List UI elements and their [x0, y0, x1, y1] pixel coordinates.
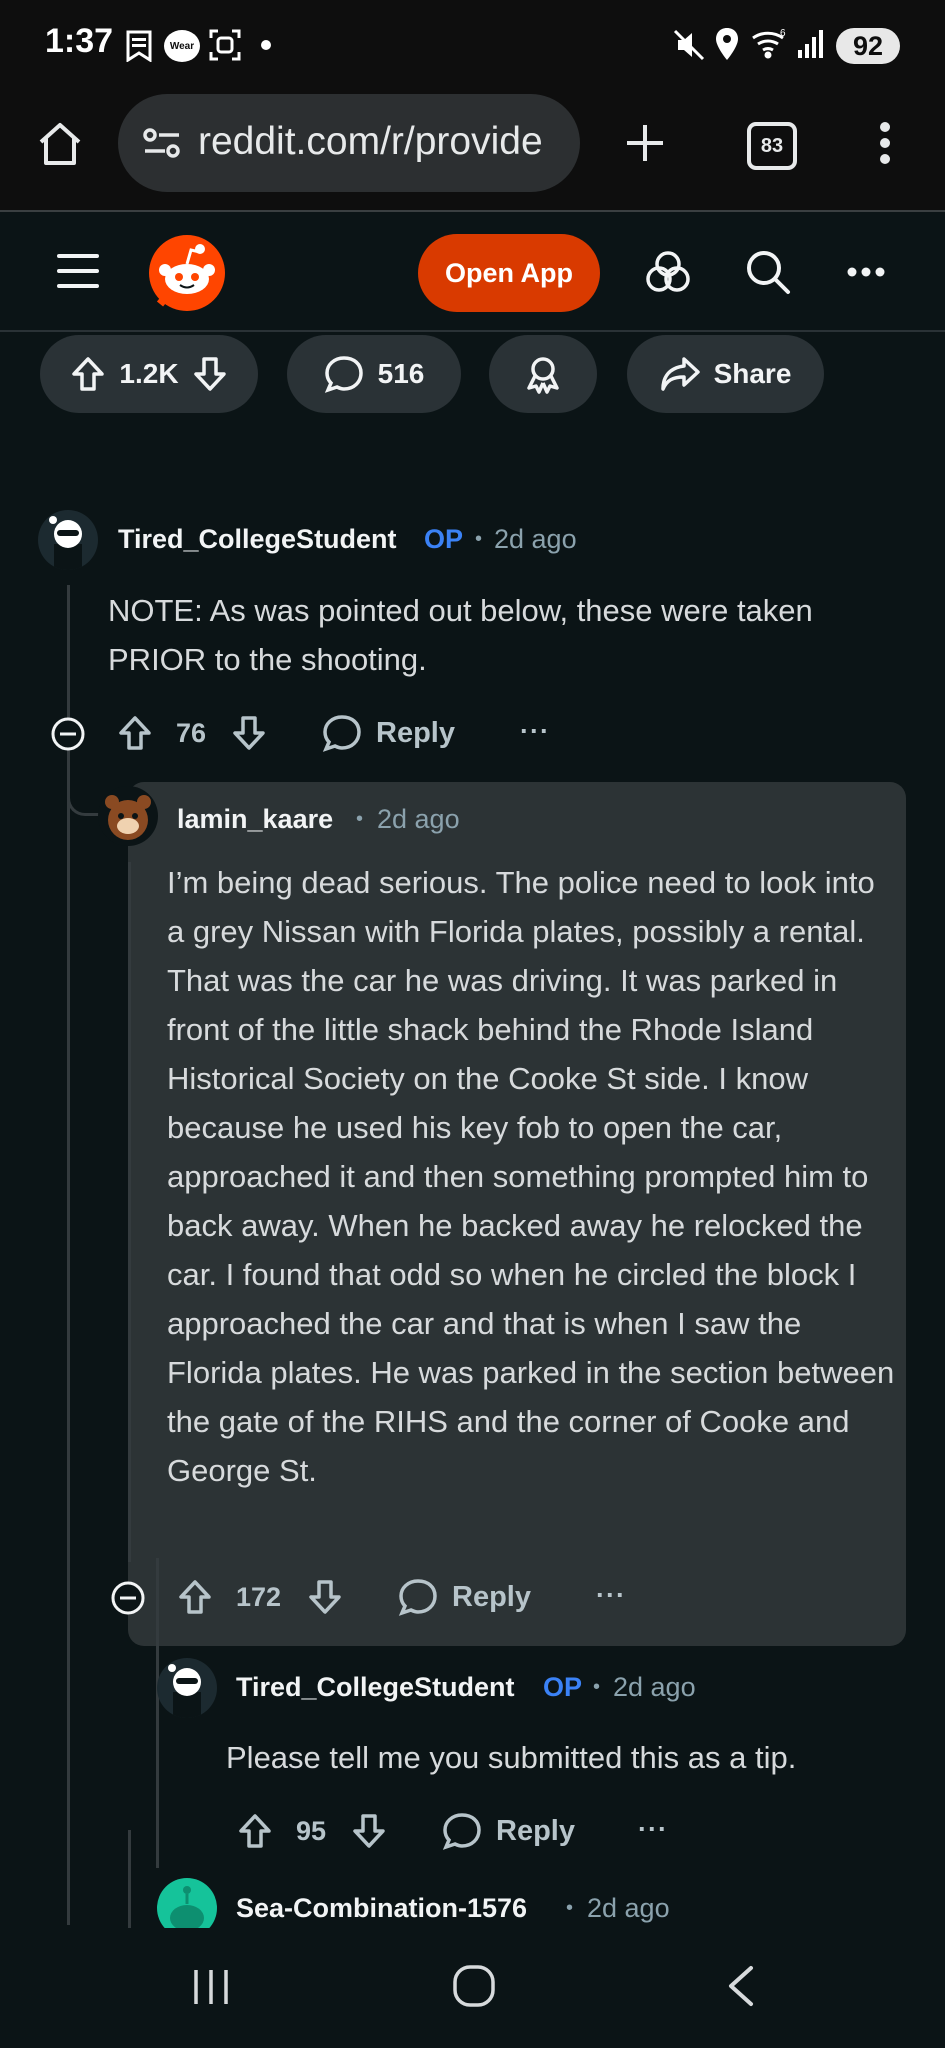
wifi-icon: 6 [750, 26, 790, 60]
reply-icon [398, 1578, 438, 1616]
collapse-thread-icon[interactable] [50, 716, 86, 752]
thread-line [128, 862, 131, 1562]
comment-more-button[interactable]: ··· [596, 1580, 626, 1611]
site-settings-icon[interactable] [142, 126, 182, 160]
collapse-thread-icon[interactable] [110, 1580, 146, 1616]
comment-more-button[interactable]: ··· [520, 716, 550, 747]
comment-body: NOTE: As was pointed out below, these we… [108, 593, 813, 677]
back-icon[interactable] [726, 1964, 756, 2008]
comment-body: I’m being dead serious. The police need … [167, 865, 895, 1488]
upvote-icon[interactable] [178, 1578, 212, 1616]
upvote-icon[interactable] [238, 1812, 272, 1850]
upvote-icon[interactable] [71, 356, 105, 392]
reply-button[interactable]: Reply [442, 1812, 575, 1850]
award-icon [523, 354, 563, 394]
url-text: reddit.com/r/provide [198, 120, 543, 163]
avatar[interactable] [98, 786, 158, 846]
downvote-icon[interactable] [308, 1578, 342, 1616]
system-navigation-bar [0, 1928, 945, 2048]
reddit-header: Open App [0, 212, 945, 332]
comment-score: 95 [296, 1816, 327, 1846]
comment-age: 2d ago [377, 804, 460, 834]
recent-apps-icon[interactable] [190, 1966, 232, 2008]
comment-author[interactable]: Tired_CollegeStudent [118, 524, 397, 555]
hamburger-menu-icon[interactable] [56, 252, 100, 290]
thread-line [156, 1558, 159, 1868]
reddit-answers-icon[interactable] [644, 248, 692, 296]
battery-indicator: 92 [836, 28, 900, 64]
separator-dot: • [566, 1897, 574, 1919]
bookmark-notification-icon [126, 30, 152, 62]
browser-menu-icon[interactable] [878, 120, 892, 166]
svg-text:6: 6 [780, 28, 786, 39]
comment-author[interactable]: Tired_CollegeStudent [236, 1672, 515, 1703]
comment-age: 2d ago [587, 1893, 670, 1923]
share-icon [660, 356, 700, 392]
post-score: 1.2K [119, 358, 179, 389]
comment-body: Please tell me you submitted this as a t… [226, 1740, 797, 1775]
separator-dot: • [475, 528, 483, 550]
comment-age: 2d ago [613, 1672, 696, 1702]
comment-count: 516 [377, 358, 425, 389]
upvote-icon[interactable] [118, 714, 152, 752]
comments-button[interactable]: 516 [287, 335, 461, 413]
downvote-icon[interactable] [232, 714, 266, 752]
location-icon [714, 26, 740, 62]
comment-icon [324, 355, 364, 393]
new-tab-icon[interactable] [624, 122, 666, 164]
tab-count: 83 [760, 134, 784, 157]
reply-label: Reply [496, 1814, 575, 1847]
wear-notification-icon: Wear [164, 30, 200, 62]
downvote-icon[interactable] [352, 1812, 386, 1850]
thread-line [128, 1830, 131, 1928]
address-bar[interactable]: reddit.com/r/provide [118, 94, 580, 192]
avatar[interactable] [157, 1658, 217, 1718]
vote-pill: 1.2K [40, 335, 258, 413]
reply-icon [322, 714, 362, 752]
comment-more-button[interactable]: ··· [638, 1814, 668, 1845]
separator-dot: • [593, 1676, 601, 1698]
comment-author[interactable]: Sea-Combination-1576 [236, 1893, 527, 1924]
home-icon[interactable] [36, 120, 84, 168]
separator-dot: • [356, 808, 364, 830]
share-button[interactable]: Share [627, 335, 824, 413]
status-bar: 1:37 Wear 6 92 [0, 0, 945, 90]
comment-score: 172 [236, 1582, 282, 1612]
op-badge: OP [424, 524, 464, 554]
screenshot-notification-icon [208, 28, 242, 62]
share-label: Share [713, 358, 792, 389]
notification-dot-icon [261, 40, 271, 50]
reddit-logo-icon[interactable] [146, 232, 228, 314]
award-button[interactable] [489, 335, 597, 413]
browser-toolbar: reddit.com/r/provide 83 [0, 90, 945, 212]
status-time: 1:37 [45, 22, 114, 60]
signal-icon [796, 28, 826, 60]
wear-label: Wear [169, 40, 195, 52]
more-options-icon[interactable] [846, 266, 886, 278]
reply-label: Reply [376, 716, 455, 749]
home-button-icon[interactable] [452, 1964, 496, 2008]
open-app-button[interactable]: Open App [418, 234, 600, 312]
battery-level: 92 [852, 30, 884, 61]
reply-label: Reply [452, 1580, 531, 1613]
comment-author[interactable]: lamin_kaare [177, 804, 333, 835]
reply-button[interactable]: Reply [322, 714, 455, 752]
tab-switcher-button[interactable]: 83 [747, 122, 797, 170]
comment-score: 76 [176, 718, 207, 748]
reply-button[interactable]: Reply [398, 1578, 531, 1616]
avatar[interactable] [38, 510, 98, 570]
downvote-icon[interactable] [193, 356, 227, 392]
comment-age: 2d ago [494, 524, 577, 554]
reply-icon [442, 1812, 482, 1850]
search-icon[interactable] [744, 248, 792, 296]
mute-icon [672, 28, 706, 62]
op-badge: OP [543, 1672, 583, 1702]
